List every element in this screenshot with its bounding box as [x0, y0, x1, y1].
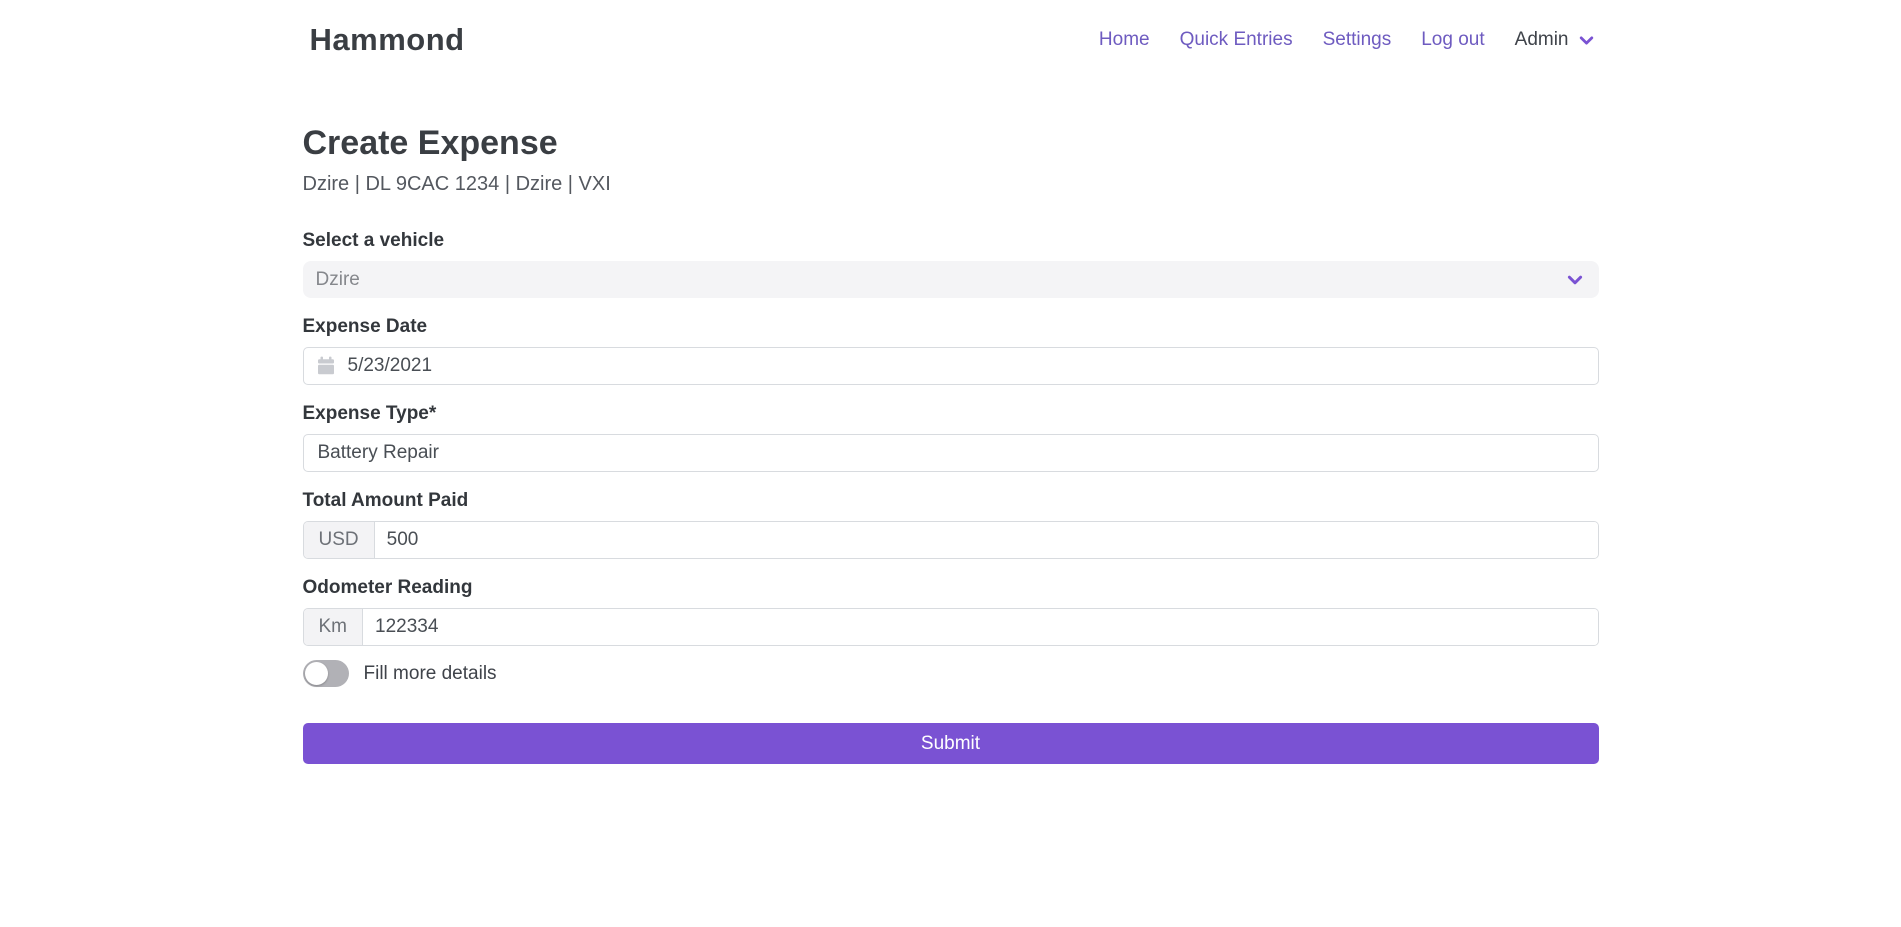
- vehicle-select-value: Dzire: [316, 269, 360, 291]
- fill-more-details-label: Fill more details: [364, 663, 497, 685]
- vehicle-summary: Dzire | DL 9CAC 1234 | Dzire | VXI: [303, 173, 1599, 196]
- vehicle-select[interactable]: Dzire: [303, 261, 1599, 298]
- total-amount-input[interactable]: [375, 522, 1598, 558]
- total-amount-label: Total Amount Paid: [303, 490, 1599, 512]
- expense-date-field-wrap: [303, 347, 1599, 385]
- chevron-down-icon: [1578, 32, 1595, 49]
- nav-link-logout[interactable]: Log out: [1421, 29, 1484, 51]
- nav-link-quick-entries[interactable]: Quick Entries: [1180, 29, 1293, 51]
- page-title: Create Expense: [303, 124, 1599, 163]
- app-header: Hammond Home Quick Entries Settings Log …: [0, 0, 1901, 74]
- chevron-down-icon: [1566, 271, 1584, 289]
- expense-type-label: Expense Type*: [303, 403, 1599, 425]
- expense-date-input[interactable]: [346, 348, 1586, 384]
- fill-more-details-row: Fill more details: [303, 660, 1599, 687]
- odometer-group: Km: [303, 608, 1599, 646]
- expense-type-field-wrap: [303, 434, 1599, 472]
- odometer-input[interactable]: [363, 609, 1598, 645]
- nav-link-settings[interactable]: Settings: [1323, 29, 1392, 51]
- total-amount-group: USD: [303, 521, 1599, 559]
- toggle-knob: [305, 662, 328, 685]
- main-content: Create Expense Dzire | DL 9CAC 1234 | Dz…: [303, 124, 1599, 764]
- vehicle-select-label: Select a vehicle: [303, 230, 1599, 252]
- calendar-icon: [316, 356, 336, 376]
- brand-logo[interactable]: Hammond: [303, 22, 465, 58]
- fill-more-details-toggle[interactable]: [303, 660, 349, 687]
- create-expense-form: Select a vehicle Dzire Expense Date Expe…: [303, 230, 1599, 764]
- odometer-label: Odometer Reading: [303, 577, 1599, 599]
- submit-button[interactable]: Submit: [303, 723, 1599, 764]
- admin-menu-label: Admin: [1515, 29, 1569, 51]
- unit-prefix: Km: [304, 609, 364, 645]
- expense-type-input[interactable]: [316, 435, 1586, 471]
- nav-link-home[interactable]: Home: [1099, 29, 1150, 51]
- admin-user-menu[interactable]: Admin: [1515, 29, 1595, 51]
- expense-date-label: Expense Date: [303, 316, 1599, 338]
- main-nav: Home Quick Entries Settings Log out Admi…: [1099, 29, 1599, 51]
- currency-prefix: USD: [304, 522, 375, 558]
